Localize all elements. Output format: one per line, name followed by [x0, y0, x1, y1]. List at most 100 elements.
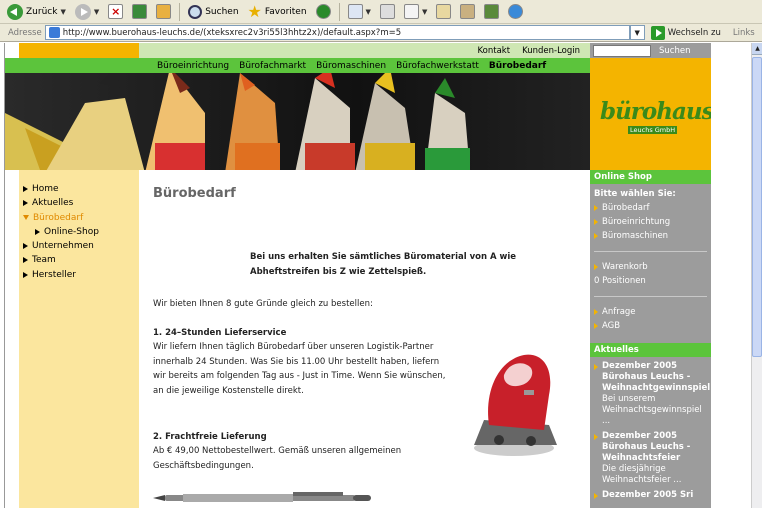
site-search-input[interactable]: [593, 44, 651, 57]
back-dropdown-icon[interactable]: ▼: [60, 8, 65, 16]
favorites-button[interactable]: ★ Favoriten: [245, 2, 310, 22]
discuss-button[interactable]: [433, 2, 454, 22]
refresh-button[interactable]: [129, 2, 150, 22]
pencil-product-image: [153, 492, 371, 502]
news-item[interactable]: Dezember 2005 Sri: [594, 490, 707, 501]
history-button[interactable]: [313, 2, 334, 22]
arrow-right-icon: [594, 323, 598, 329]
print-button[interactable]: [377, 2, 398, 22]
stop-icon: ×: [108, 4, 124, 19]
news-title: Dezember 2005 Sri: [602, 490, 694, 500]
arrow-right-icon: [594, 434, 598, 440]
sidebar-item-label: Aktuelles: [32, 198, 74, 209]
scroll-up-icon[interactable]: ▲: [752, 43, 762, 55]
lead-text: Wir bieten Ihnen 8 gute Gründe gleich zu…: [153, 299, 373, 309]
discuss-icon: [436, 4, 452, 19]
edit-button[interactable]: ▼: [401, 2, 430, 22]
chart-button[interactable]: [481, 2, 502, 22]
cart-label: Warenkorb: [602, 262, 648, 272]
news-text: Bei unserem Weihnachtsgewinnspiel ...: [602, 394, 702, 426]
vertical-scrollbar[interactable]: ▲: [751, 43, 762, 508]
hole-punch-image: [474, 354, 557, 456]
news-item[interactable]: Dezember 2005 Bürohaus Leuchs - Weihnach…: [594, 361, 711, 427]
toolbar-separator: [179, 2, 181, 21]
nav-item-buerofachmarkt[interactable]: Bürofachmarkt: [239, 61, 306, 71]
shop-item-label: Büromaschinen: [602, 231, 669, 241]
home-button[interactable]: [153, 2, 174, 22]
main-content: Bürobedarf Bei uns erhalten Sie sämtlich…: [139, 170, 590, 508]
shop-item-bueroeinrichtung[interactable]: Büroeinrichtung: [590, 215, 711, 229]
site-search-button[interactable]: Suchen: [653, 46, 690, 56]
logo-wordmark: bürohaus: [600, 98, 715, 125]
sidebar-item-aktuelles[interactable]: Aktuelles: [23, 198, 99, 208]
search-label: Suchen: [205, 6, 239, 17]
inquiry-link[interactable]: Anfrage: [590, 305, 711, 319]
shop-item-label: Bürobedarf: [602, 203, 650, 213]
site-search: Suchen: [590, 43, 711, 58]
reason-2-text: Ab € 49,00 Nettobestellwert. Gemäß unser…: [153, 446, 402, 471]
search-button[interactable]: Suchen: [185, 2, 241, 22]
news-text: Die diesjährige Weihnachtsfeier ...: [602, 464, 682, 485]
news-body: Dezember 2005 Bürohaus Leuchs - Weihnach…: [602, 431, 707, 486]
stop-button[interactable]: ×: [105, 2, 126, 22]
company-logo[interactable]: bürohaus Leuchs GmbH: [590, 58, 715, 170]
logo-subtitle: Leuchs GmbH: [628, 126, 678, 134]
arrow-right-icon: [594, 264, 598, 270]
forward-button[interactable]: ▼: [72, 2, 102, 22]
page-title: Bürobedarf: [153, 186, 236, 201]
research-icon: [460, 4, 476, 19]
sidebar-item-buerobedarf[interactable]: Bürobedarf: [23, 213, 99, 223]
mail-icon: [347, 4, 363, 19]
news-item[interactable]: Dezember 2005 Bürohaus Leuchs - Weihnach…: [594, 431, 707, 486]
toolbar-separator: [338, 2, 340, 21]
messenger-button[interactable]: [505, 2, 526, 22]
address-bar: Adresse http://www.buerohaus-leuchs.de/(…: [0, 24, 762, 42]
arrow-right-icon: [594, 219, 598, 225]
shop-item-buerobedarf[interactable]: Bürobedarf: [590, 201, 711, 215]
agb-link[interactable]: AGB: [590, 319, 711, 333]
mail-dropdown-icon[interactable]: ▼: [366, 8, 371, 16]
address-label: Adresse: [8, 27, 42, 38]
reason-1-title: 1. 24–Stunden Lieferservice: [153, 328, 287, 338]
arrow-right-icon: [594, 233, 598, 239]
cart-link[interactable]: Warenkorb: [590, 260, 711, 274]
links-toolbar[interactable]: Links: [733, 28, 755, 38]
nav-item-bueroeinrichtung[interactable]: Büroeinrichtung: [157, 61, 229, 71]
nav-item-bueromaschinen[interactable]: Büromaschinen: [316, 61, 386, 71]
web-page: Kontakt Kunden-Login Suchen Büroeinricht…: [4, 43, 752, 508]
browser-toolbar: Zurück ▼ ▼ × Suchen ★ Favoriten ▼ ▼: [0, 0, 762, 24]
online-shop-header: Online Shop: [590, 170, 711, 184]
go-button[interactable]: Wechseln zu: [650, 25, 721, 40]
search-icon: [188, 4, 203, 19]
back-arrow-icon: [7, 3, 23, 20]
forward-arrow-icon: [74, 3, 91, 20]
nav-item-buerobedarf[interactable]: Bürobedarf: [489, 61, 546, 71]
arrow-right-icon: [23, 257, 28, 264]
left-margin: [5, 170, 19, 508]
sidebar-item-hersteller[interactable]: Hersteller: [23, 270, 99, 280]
shop-item-label: Büroeinrichtung: [602, 217, 671, 227]
sidebar-item-label: Bürobedarf: [33, 212, 84, 223]
address-dropdown-icon[interactable]: ▼: [629, 25, 645, 40]
contact-link[interactable]: Kontakt: [478, 46, 511, 56]
back-button[interactable]: Zurück ▼: [4, 2, 69, 22]
forward-dropdown-icon[interactable]: ▼: [94, 8, 99, 16]
edit-dropdown-icon[interactable]: ▼: [422, 8, 427, 16]
arrow-right-icon: [594, 364, 598, 370]
scroll-thumb[interactable]: [752, 57, 762, 357]
address-input[interactable]: http://www.buerohaus-leuchs.de/(xteksxre…: [44, 25, 630, 40]
news-body: Dezember 2005 Sri: [602, 490, 693, 501]
mail-button[interactable]: ▼: [345, 2, 374, 22]
sidebar-item-team[interactable]: Team: [23, 255, 99, 265]
sidebar-item-home[interactable]: Home: [23, 184, 99, 194]
sidebar-item-label: Online-Shop: [44, 226, 99, 237]
arrow-right-icon: [594, 309, 598, 315]
customer-login-link[interactable]: Kunden-Login: [522, 46, 580, 56]
nav-item-buerofachwerkstatt[interactable]: Bürofachwerkstatt: [396, 61, 479, 71]
shop-item-bueromaschinen[interactable]: Büromaschinen: [590, 229, 711, 243]
sidebar-item-unternehmen[interactable]: Unternehmen: [23, 241, 99, 251]
news-title: Dezember 2005 Bürohaus Leuchs - Weihnach…: [602, 361, 711, 393]
sidebar-item-online-shop[interactable]: Online-Shop: [23, 227, 99, 237]
research-button[interactable]: [457, 2, 478, 22]
